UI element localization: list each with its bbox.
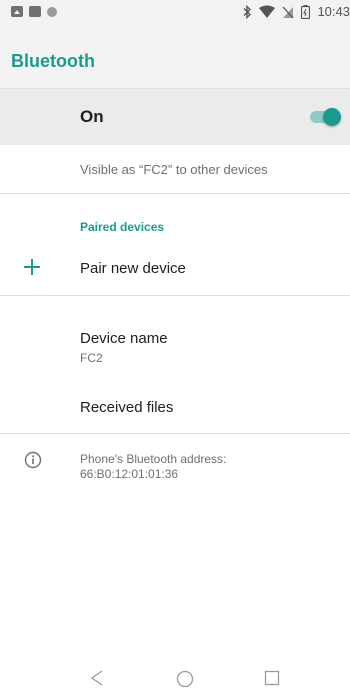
toggle-thumb [323, 108, 341, 126]
circle-notification-icon [47, 6, 57, 17]
divider [0, 433, 350, 434]
pair-new-device-label: Pair new device [80, 260, 186, 277]
add-icon [24, 259, 40, 275]
app-bar: Bluetooth [0, 24, 350, 89]
paired-devices-header: Paired devices [80, 220, 165, 234]
bluetooth-address-value: 66:B0:12:01:01:36 [80, 467, 179, 481]
recents-icon[interactable] [264, 670, 280, 691]
clock: 10:43 [317, 4, 350, 19]
info-icon [24, 451, 42, 469]
received-files-label: Received files [80, 399, 174, 416]
bluetooth-master-switch-row[interactable]: On [0, 89, 350, 145]
bluetooth-icon [242, 5, 252, 19]
wifi-icon [259, 5, 276, 19]
square-notification-icon [29, 6, 41, 17]
bluetooth-toggle[interactable] [310, 108, 342, 126]
divider [0, 295, 350, 296]
navigation-bar [0, 664, 350, 690]
back-icon[interactable] [90, 670, 104, 691]
battery-icon [301, 5, 311, 19]
status-bar: 10:43 [0, 0, 350, 24]
no-sim-icon [282, 5, 294, 19]
device-name-row[interactable] [0, 316, 350, 372]
device-name-value: FC2 [80, 351, 103, 365]
switch-label: On [80, 107, 104, 126]
divider [0, 193, 350, 194]
page-title: Bluetooth [11, 51, 95, 71]
notification-icons [11, 6, 57, 17]
photo-notification-icon [11, 6, 23, 17]
bluetooth-address-label: Phone's Bluetooth address: [80, 452, 227, 466]
system-status-icons: 10:43 [242, 4, 350, 20]
visibility-text: Visible as “FC2” to other devices [80, 162, 268, 177]
received-files-row[interactable] [0, 386, 350, 430]
device-name-title: Device name [80, 330, 168, 347]
